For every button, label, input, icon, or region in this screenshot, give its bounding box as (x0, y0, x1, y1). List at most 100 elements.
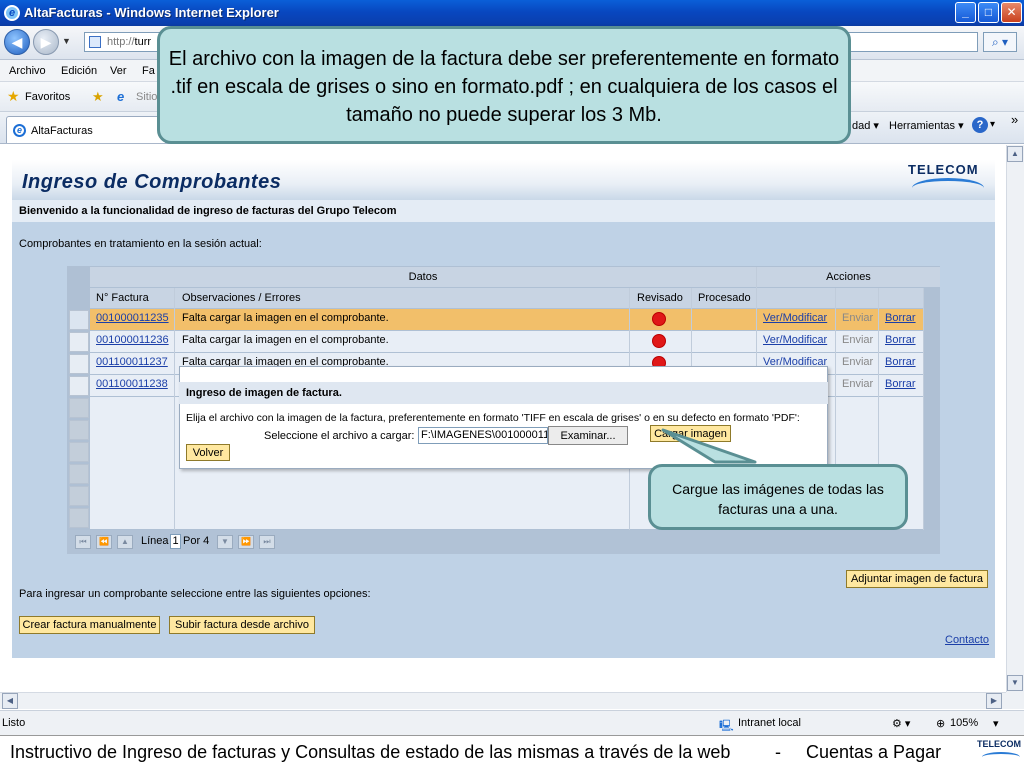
telecom-logo: TELECOM (908, 162, 979, 177)
invoice-number-link[interactable]: 001100011237 (96, 356, 168, 368)
attach-invoice-image-button[interactable]: Adjuntar imagen de factura (846, 570, 988, 588)
row-selector[interactable] (69, 310, 89, 330)
page-title: Ingreso de Comprobantes (22, 171, 282, 193)
browse-button[interactable]: Examinar... (548, 426, 628, 445)
options-label: Para ingresar un comprobante seleccione … (19, 588, 371, 600)
security-menu[interactable]: dad ▾ (852, 119, 879, 132)
footer-separator: - (775, 742, 781, 762)
more-tools-icon[interactable]: » (1011, 112, 1018, 127)
invoice-number-link[interactable]: 001100011238 (96, 378, 168, 390)
row-selector (69, 420, 89, 440)
row-selector (69, 508, 89, 528)
session-label: Comprobantes en tratamiento en la sesión… (19, 238, 262, 250)
suggested-sites-link[interactable]: Sitio (136, 91, 157, 103)
footer-text: Instructivo de Ingreso de facturas y Con… (10, 742, 731, 762)
first-page-icon: ⏮ (75, 535, 91, 549)
delete-link[interactable]: Borrar (885, 378, 916, 390)
history-dropdown-icon[interactable]: ▼ (62, 36, 71, 46)
footer-section: Cuentas a Pagar (806, 742, 942, 762)
view-modify-link[interactable]: Ver/Modificar (763, 334, 827, 346)
ie-tab-icon: e (13, 124, 26, 137)
column-header-procesado: Procesado (698, 292, 751, 304)
next-page-icon: ▼ (217, 535, 233, 549)
search-icon[interactable]: ⌕ ▾ (983, 32, 1017, 52)
next-block-icon: ⏩ (238, 535, 254, 549)
observation-text: Falta cargar la imagen en el comprobante… (182, 312, 389, 324)
horizontal-scrollbar[interactable]: ◀ ▶ (0, 692, 1006, 709)
create-manual-invoice-button[interactable]: Crear factura manualmente (19, 616, 160, 634)
back-button[interactable]: ◀ (4, 29, 30, 55)
protected-mode-icon[interactable]: ⚙ ▾ (892, 717, 910, 730)
delete-link[interactable]: Borrar (885, 356, 916, 368)
add-favorite-icon[interactable]: ★ (92, 89, 104, 105)
row-selector (69, 442, 89, 462)
status-red-icon (652, 312, 666, 326)
welcome-banner: Bienvenido a la funcionalidad de ingreso… (12, 200, 995, 222)
tab-label: AltaFacturas (31, 125, 93, 137)
menu-archivo[interactable]: Archivo (9, 65, 46, 77)
window-title-bar: e AltaFacturas - Windows Internet Explor… (0, 0, 1024, 26)
pager-input[interactable]: 1 (170, 534, 181, 549)
send-link-disabled: Enviar (842, 312, 874, 324)
zoom-icon: ⊕ (936, 718, 946, 730)
maximize-button[interactable]: □ (978, 2, 999, 23)
tab-altafacturas[interactable]: e AltaFacturas (6, 116, 166, 143)
url-prefix: http:// (107, 36, 135, 48)
scroll-left-icon[interactable]: ◀ (2, 693, 18, 709)
help-dropdown-icon[interactable]: ▾ (990, 119, 995, 130)
send-link-disabled: Enviar (842, 378, 874, 390)
status-text: Listo (2, 717, 26, 729)
row-selector[interactable] (69, 376, 89, 396)
callout-upload-each: Cargue las imágenes de todas las factura… (648, 464, 908, 530)
delete-link[interactable]: Borrar (885, 312, 916, 324)
send-link-disabled: Enviar (842, 356, 874, 368)
slide-footer: Instructivo de Ingreso de facturas y Con… (0, 735, 1024, 768)
forward-button[interactable]: ▶ (33, 29, 59, 55)
menu-ver[interactable]: Ver (110, 65, 127, 77)
help-icon[interactable]: ? (972, 117, 988, 133)
column-header-factura: N° Factura (96, 292, 149, 304)
zoom-dropdown-icon[interactable]: ▾ (993, 717, 999, 730)
tools-menu[interactable]: Herramientas ▾ (889, 119, 964, 132)
file-path-input[interactable]: F:\IMAGENES\0010000112 (418, 427, 548, 444)
telecom-logo-arc-icon (912, 178, 984, 198)
group-header-datos: Datos (90, 267, 756, 287)
contact-link[interactable]: Contacto (945, 634, 989, 646)
dialog-instruction: Elija el archivo con la imagen de la fac… (186, 412, 800, 424)
scroll-right-icon[interactable]: ▶ (986, 693, 1002, 709)
scroll-up-icon[interactable]: ▲ (1007, 146, 1023, 162)
intranet-icon: 🖳 (719, 720, 734, 732)
vertical-scrollbar[interactable]: ▲ ▼ (1006, 145, 1024, 693)
view-modify-link[interactable]: Ver/Modificar (763, 312, 827, 324)
scroll-down-icon[interactable]: ▼ (1007, 675, 1023, 691)
back-button[interactable]: Volver (186, 444, 230, 461)
observation-text: Falta cargar la imagen en el comprobante… (182, 334, 389, 346)
minimize-button[interactable]: _ (955, 2, 976, 23)
row-selector (69, 486, 89, 506)
row-selector[interactable] (69, 332, 89, 352)
close-button[interactable]: ✕ (1001, 2, 1022, 23)
zone-label: Intranet local (738, 717, 801, 729)
favorites-button[interactable]: Favoritos (25, 91, 70, 103)
upload-invoice-file-button[interactable]: Subir factura desde archivo (169, 616, 315, 634)
zoom-level[interactable]: 105% (950, 717, 978, 729)
menu-favoritos[interactable]: Fa (142, 65, 155, 77)
invoice-number-link[interactable]: 001000011236 (96, 334, 169, 346)
callout-file-format: El archivo con la imagen de la factura d… (157, 26, 851, 144)
delete-link[interactable]: Borrar (885, 334, 916, 346)
menu-edicion[interactable]: Edición (61, 65, 97, 77)
file-select-label: Seleccione el archivo a cargar: (264, 430, 415, 442)
status-bar: Listo 🖳 Intranet local ⚙ ▾ ⊕ 105% ▾ (0, 710, 1024, 735)
column-divider (174, 288, 175, 530)
column-divider (923, 288, 924, 530)
group-header-acciones: Acciones (757, 267, 940, 287)
pager-total: Por 4 (183, 535, 210, 547)
page-icon (89, 36, 101, 48)
row-selector[interactable] (69, 354, 89, 374)
invoice-number-link[interactable]: 001000011235 (96, 312, 169, 324)
send-link-disabled: Enviar (842, 334, 874, 346)
star-icon: ★ (7, 88, 20, 104)
prev-page-icon: ▲ (117, 535, 133, 549)
table-pager: ⏮ ⏪ ▲ Línea 1 Por 4 ▼ ⏩ ⏭ (67, 530, 940, 554)
row-selector (69, 464, 89, 484)
